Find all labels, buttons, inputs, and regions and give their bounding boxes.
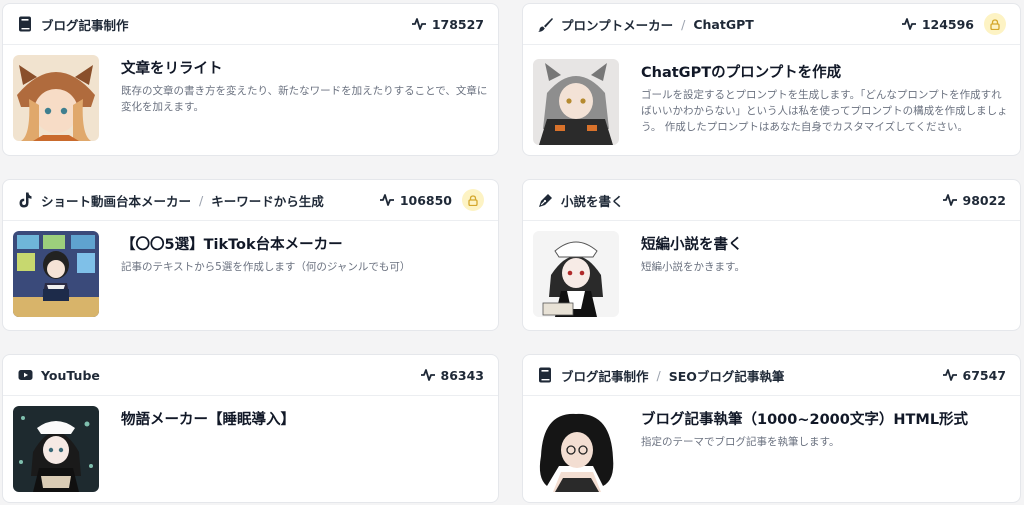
card-description: 指定のテーマでブログ記事を執筆します。 bbox=[641, 436, 840, 448]
view-count: 98022 bbox=[942, 192, 1007, 208]
card-header: 小説を書く 98022 bbox=[523, 180, 1020, 221]
view-count: 86343 bbox=[420, 367, 485, 383]
view-count-value: 178527 bbox=[431, 16, 484, 32]
activity-icon bbox=[942, 369, 957, 381]
thumbnail-image bbox=[533, 231, 619, 317]
subcategory-label[interactable]: ChatGPT bbox=[693, 17, 753, 32]
view-count-value: 98022 bbox=[962, 192, 1007, 208]
card-title[interactable]: 短編小説を書く bbox=[641, 235, 745, 255]
category-label[interactable]: ブログ記事制作 bbox=[561, 366, 649, 385]
card-header: プロンプトメーカー / ChatGPT 124596 bbox=[523, 4, 1020, 45]
card-title[interactable]: 文章をリライト bbox=[121, 59, 488, 79]
activity-icon bbox=[420, 369, 435, 381]
card-header: ブログ記事制作 / SEOブログ記事執筆 67547 bbox=[523, 355, 1020, 396]
thumbnail-image bbox=[13, 406, 99, 492]
thumbnail-image bbox=[13, 55, 99, 141]
view-count: 106850 bbox=[379, 192, 452, 208]
prompt-card-sleep-story[interactable]: YouTube 86343 物語メーカー【睡眠導入】 bbox=[2, 354, 499, 503]
breadcrumb-separator: / bbox=[681, 16, 686, 32]
activity-icon bbox=[411, 18, 426, 30]
category-label[interactable]: プロンプトメーカー bbox=[561, 15, 673, 34]
card-header: ブログ記事制作 178527 bbox=[3, 4, 498, 45]
subcategory-label[interactable]: SEOブログ記事執筆 bbox=[669, 366, 785, 385]
brush-icon bbox=[537, 16, 553, 32]
category-label[interactable]: YouTube bbox=[41, 368, 100, 383]
breadcrumb-separator: / bbox=[199, 192, 204, 208]
view-count-value: 86343 bbox=[440, 367, 485, 383]
card-description: 短編小説をかきます。 bbox=[641, 261, 745, 273]
view-count-value: 67547 bbox=[962, 367, 1007, 383]
view-count: 67547 bbox=[942, 367, 1007, 383]
card-title[interactable]: 物語メーカー【睡眠導入】 bbox=[121, 410, 295, 430]
activity-icon bbox=[901, 18, 916, 30]
thumbnail-image bbox=[533, 406, 619, 492]
view-count: 178527 bbox=[411, 16, 484, 32]
prompt-card-chatgpt-prompt[interactable]: プロンプトメーカー / ChatGPT 124596 ChatGPTのプロンプト… bbox=[522, 3, 1021, 156]
view-count-value: 124596 bbox=[921, 16, 974, 32]
breadcrumb-separator: / bbox=[656, 367, 661, 383]
card-title[interactable]: ChatGPTのプロンプトを作成 bbox=[641, 63, 1010, 83]
prompt-card-short-story[interactable]: 小説を書く 98022 短編小説を書く 短編小説をかきます。 bbox=[522, 179, 1021, 331]
prompt-card-tiktok-script[interactable]: ショート動画台本メーカー / キーワードから生成 106850 【〇〇5選】Ti… bbox=[2, 179, 499, 331]
card-header: YouTube 86343 bbox=[3, 355, 498, 396]
card-description: ゴールを設定するとプロンプトを生成します。「どんなプロンプトを作成すればいいかわ… bbox=[641, 89, 1008, 133]
youtube-icon bbox=[17, 367, 33, 383]
card-description: 記事のテキストから5選を作成します（何のジャンルでも可） bbox=[121, 261, 411, 273]
book-icon bbox=[17, 16, 33, 32]
lock-icon bbox=[984, 13, 1006, 35]
card-header: ショート動画台本メーカー / キーワードから生成 106850 bbox=[3, 180, 498, 221]
activity-icon bbox=[379, 194, 394, 206]
thumbnail-image bbox=[13, 231, 99, 317]
thumbnail-image bbox=[533, 59, 619, 145]
card-title[interactable]: 【〇〇5選】TikTok台本メーカー bbox=[121, 235, 410, 255]
prompt-card-seo-blog[interactable]: ブログ記事制作 / SEOブログ記事執筆 67547 ブログ記事執筆（1000~… bbox=[522, 354, 1021, 503]
view-count: 124596 bbox=[901, 16, 974, 32]
prompt-card-rewrite[interactable]: ブログ記事制作 178527 文章をリライト 既存の文章の書き方を変えたり、新た… bbox=[2, 3, 499, 156]
category-label[interactable]: ショート動画台本メーカー bbox=[41, 191, 191, 210]
card-description: 既存の文章の書き方を変えたり、新たなワードを加えたりすることで、文章に変化を加え… bbox=[121, 85, 488, 113]
view-count-value: 106850 bbox=[399, 192, 452, 208]
pen-icon bbox=[537, 192, 553, 208]
book-icon bbox=[537, 367, 553, 383]
activity-icon bbox=[942, 194, 957, 206]
lock-icon bbox=[462, 189, 484, 211]
category-label[interactable]: 小説を書く bbox=[561, 191, 624, 210]
card-title[interactable]: ブログ記事執筆（1000~2000文字）HTML形式 bbox=[641, 410, 968, 430]
subcategory-label[interactable]: キーワードから生成 bbox=[211, 191, 324, 210]
tiktok-icon bbox=[17, 192, 33, 208]
category-label[interactable]: ブログ記事制作 bbox=[41, 15, 129, 34]
